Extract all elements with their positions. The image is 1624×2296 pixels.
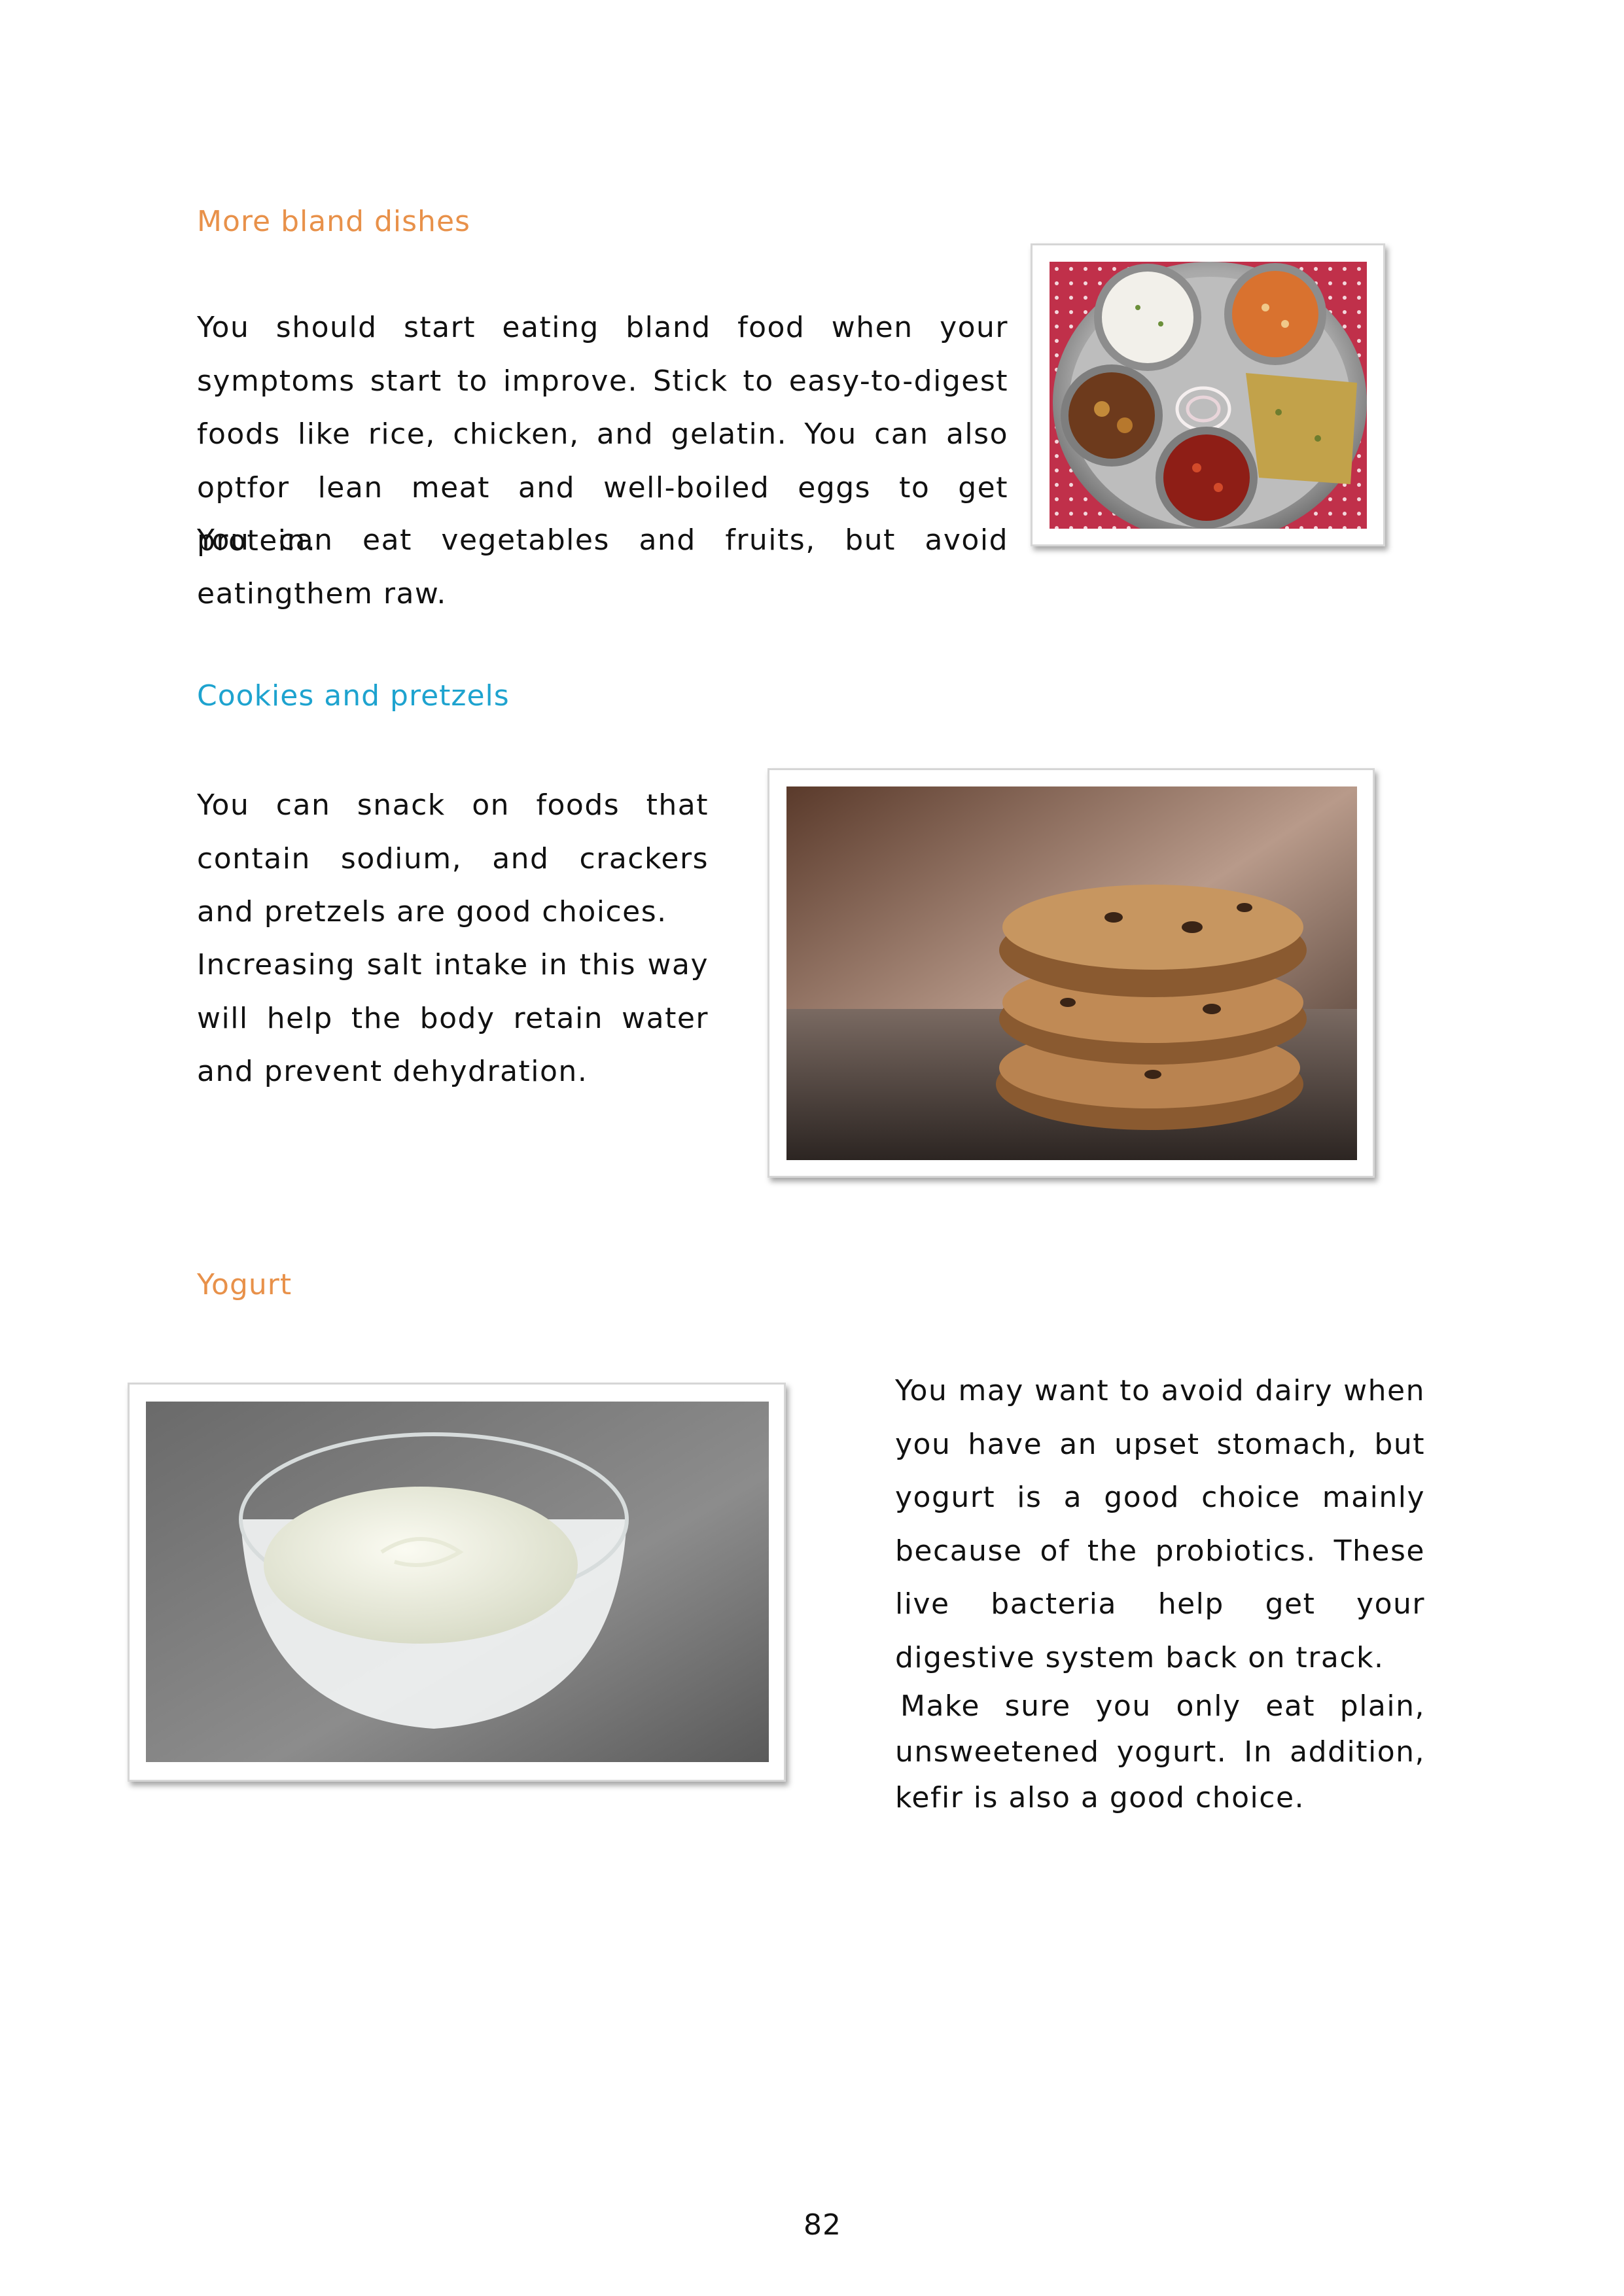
yogurt-bowl-icon [146,1402,769,1762]
yogurt-paragraph-2: Make sure you only eat plain, unsweetene… [895,1689,1425,1814]
section-heading-bland-dishes: More bland dishes [197,205,470,238]
cookies-stack-image [768,768,1375,1178]
thali-plate-icon [1050,262,1367,529]
cookies-paragraph-2: Increasing salt intake in this way will … [197,948,709,1088]
thali-plate-image [1031,243,1385,546]
section-heading-cookies-pretzels: Cookies and pretzels [197,679,510,713]
yogurt-bowl-image [128,1383,786,1782]
yogurt-paragraph-1: You may want to avoid dairy when you hav… [895,1374,1425,1674]
cookies-paragraph-1: You can snack on foods that contain sodi… [197,788,709,928]
section-heading-yogurt: Yogurt [197,1268,292,1301]
page-number: 82 [803,2208,841,2242]
cookies-stack-icon [786,786,1357,1160]
bland-dishes-paragraph-2: You can eat vegetables and fruits, but a… [197,523,1008,610]
